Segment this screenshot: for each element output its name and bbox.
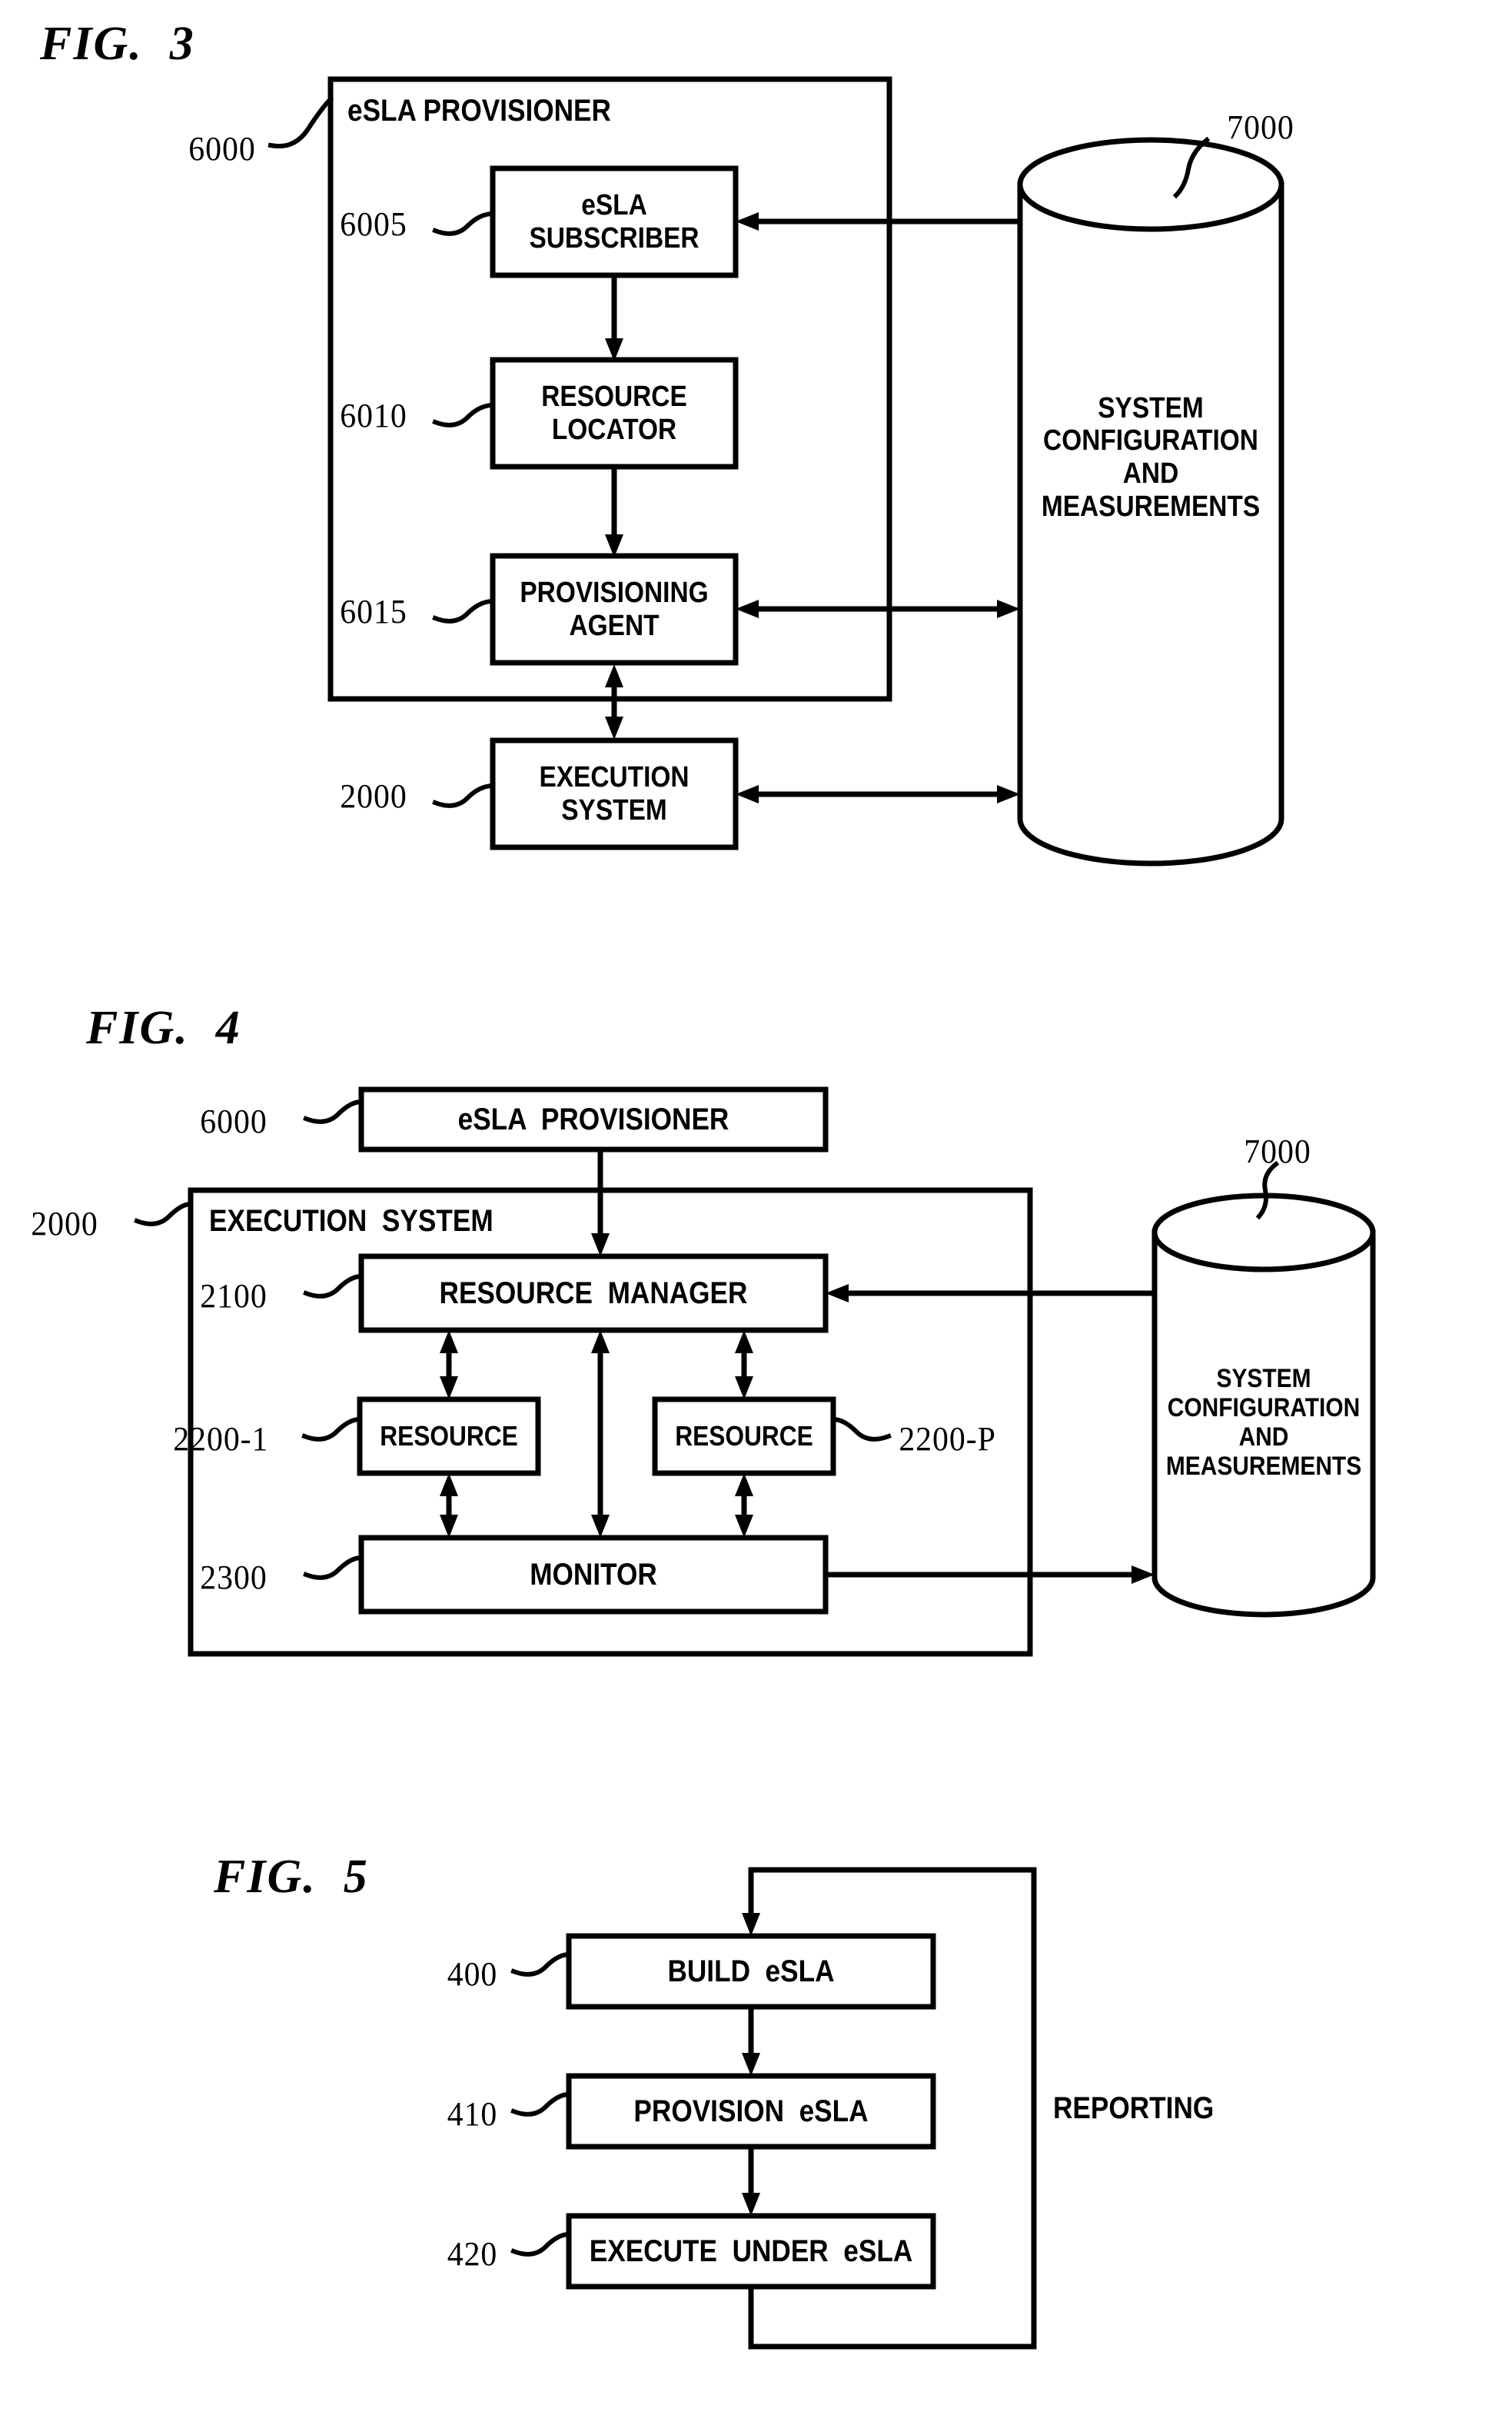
- fig4-monitor-text: MONITOR: [530, 1557, 657, 1592]
- fig4-database-line1: SYSTEM: [1216, 1363, 1311, 1393]
- fig4-resource-1-label: RESOURCE: [371, 1399, 527, 1473]
- fig4-arrow-resource1-to-monitor: [440, 1473, 458, 1538]
- fig4-leader-2000: [134, 1201, 194, 1226]
- fig4-resource-1-text: RESOURCE: [380, 1419, 518, 1452]
- fig5-build-label: BUILD eSLA: [590, 1936, 911, 2007]
- fig4-provisioner-label: eSLA PROVISIONER: [389, 1089, 798, 1149]
- fig3-leader-6015: [432, 598, 496, 624]
- fig5-leader-420: [510, 2231, 572, 2257]
- fig3-link-execution-to-db: [736, 785, 1020, 803]
- fig3-provisioning-agent-line1: PROVISIONING: [520, 576, 709, 609]
- fig4-ref-2100: 2100: [200, 1277, 268, 1315]
- fig3-database-label: SYSTEM CONFIGURATION AND MEASUREMENTS: [1035, 369, 1265, 546]
- fig4-leader-2100: [303, 1273, 364, 1299]
- fig4-resource-manager-label: RESOURCE MANAGER: [389, 1256, 798, 1330]
- fig5-leader-410: [510, 2091, 572, 2117]
- fig3-resource-locator-line1: RESOURCE: [541, 380, 687, 413]
- fig3-execution-system-line2: SYSTEM: [561, 793, 667, 827]
- fig4-provisioner-text: eSLA PROVISIONER: [457, 1102, 729, 1136]
- fig3-leader-2000: [432, 783, 496, 808]
- fig4-link-db-to-manager: [826, 1284, 1158, 1302]
- fig3-database-line3: AND: [1122, 457, 1179, 490]
- fig5-execute-label: EXECUTE UNDER eSLA: [589, 2216, 913, 2287]
- fig5-provision-text: PROVISION eSLA: [633, 2094, 869, 2128]
- fig3-arrow-subscriber-to-locator: [605, 272, 623, 361]
- fig3-arrow-locator-to-agent: [605, 464, 623, 557]
- fig3-execution-system-label: EXECUTION SYSTEM: [507, 740, 721, 847]
- fig3-esla-subscriber-line1: eSLA: [581, 188, 647, 221]
- fig3-esla-subscriber-line2: SUBSCRIBER: [529, 221, 700, 254]
- fig3-provisioning-agent-label: PROVISIONING AGENT: [507, 556, 721, 663]
- fig3-ref-6000: 6000: [188, 130, 256, 168]
- fig5-title: FIG. 5: [214, 1851, 369, 1903]
- fig3-provisioning-agent-line2: AGENT: [569, 609, 660, 642]
- fig3-database-line4: MEASUREMENTS: [1041, 490, 1261, 523]
- fig3-ref-2000: 2000: [340, 777, 407, 815]
- fig3-ref-7000: 7000: [1227, 108, 1294, 146]
- fig3-esla-subscriber-label: eSLA SUBSCRIBER: [507, 168, 721, 275]
- fig5-arrow-build-to-provision: [742, 2004, 760, 2076]
- fig4-execution-system-label: EXECUTION SYSTEM: [209, 1204, 493, 1238]
- fig3-title: FIG. 3: [40, 18, 195, 70]
- fig3-ref-6010: 6010: [340, 397, 407, 434]
- fig3-leader-7000: [1172, 136, 1211, 199]
- fig4-monitor-label: MONITOR: [389, 1538, 798, 1612]
- fig4-leader-7000: [1255, 1160, 1280, 1220]
- fig4-resource-manager-text: RESOURCE MANAGER: [439, 1276, 748, 1310]
- fig4-ref-7000: 7000: [1244, 1133, 1311, 1170]
- fig5-build-text: BUILD eSLA: [667, 1954, 835, 1988]
- fig4-leader-2300: [303, 1555, 364, 1580]
- fig3-database-line2: CONFIGURATION: [1043, 424, 1258, 457]
- fig5-reporting-label: REPORTING: [1053, 2091, 1215, 2125]
- fig4-link-monitor-to-db: [822, 1565, 1155, 1584]
- fig5-ref-410: 410: [447, 2095, 498, 2133]
- fig3-ref-6015: 6015: [340, 593, 407, 630]
- fig4-ref-2200-1: 2200-1: [173, 1420, 269, 1458]
- fig4-arrow-manager-to-resource1: [440, 1330, 458, 1399]
- fig4-ref-6000: 6000: [200, 1103, 268, 1140]
- fig5-execute-text: EXECUTE UNDER eSLA: [589, 2234, 913, 2268]
- fig3-leader-6000: [268, 95, 334, 148]
- fig4-leader-6000: [303, 1099, 364, 1124]
- fig5-provision-label: PROVISION eSLA: [590, 2076, 911, 2147]
- fig4-arrow-manager-to-monitor: [591, 1330, 610, 1538]
- fig4-resource-p-label: RESOURCE: [666, 1399, 822, 1473]
- fig3-ref-6005: 6005: [340, 205, 407, 243]
- fig3-leader-6005: [432, 211, 496, 236]
- fig4-arrow-manager-to-resourcep: [735, 1330, 753, 1399]
- fig3-database-line1: SYSTEM: [1098, 391, 1204, 424]
- fig4-ref-2200-P: 2200-P: [899, 1420, 996, 1458]
- fig3-provisioner-label: eSLA PROVISIONER: [347, 94, 611, 128]
- fig3-link-agent-to-db: [736, 600, 1020, 618]
- fig4-database-line3: AND: [1238, 1422, 1289, 1452]
- fig4-leader-2200-1: [301, 1416, 363, 1442]
- fig3-leader-6010: [432, 402, 496, 427]
- fig5-ref-420: 420: [447, 2235, 498, 2273]
- fig5-ref-400: 400: [447, 1955, 498, 1993]
- fig5-arrow-provision-to-execute: [742, 2144, 760, 2216]
- fig3-arrow-agent-to-execution: [605, 664, 623, 740]
- fig4-ref-2000: 2000: [31, 1205, 98, 1242]
- fig4-arrow-resourcep-to-monitor: [735, 1473, 753, 1538]
- fig3-resource-locator-label: RESOURCE LOCATOR: [507, 360, 721, 467]
- fig3-execution-system-line1: EXECUTION: [539, 760, 690, 793]
- fig4-leader-2200-P: [830, 1416, 892, 1442]
- fig4-database-label: SYSTEM CONFIGURATION AND MEASUREMENTS: [1165, 1342, 1362, 1503]
- fig4-database-line2: CONFIGURATION: [1167, 1392, 1361, 1422]
- fig5-leader-400: [510, 1951, 572, 1977]
- fig4-title: FIG. 4: [86, 1002, 241, 1054]
- fig4-database-line4: MEASUREMENTS: [1165, 1452, 1362, 1482]
- fig3-resource-locator-line2: LOCATOR: [551, 413, 677, 446]
- fig4-arrow-provisioner-to-manager: [591, 1146, 610, 1256]
- fig3-link-db-to-subscriber: [736, 76, 1023, 231]
- fig4-ref-2300: 2300: [200, 1558, 268, 1596]
- fig4-resource-p-text: RESOURCE: [675, 1419, 813, 1452]
